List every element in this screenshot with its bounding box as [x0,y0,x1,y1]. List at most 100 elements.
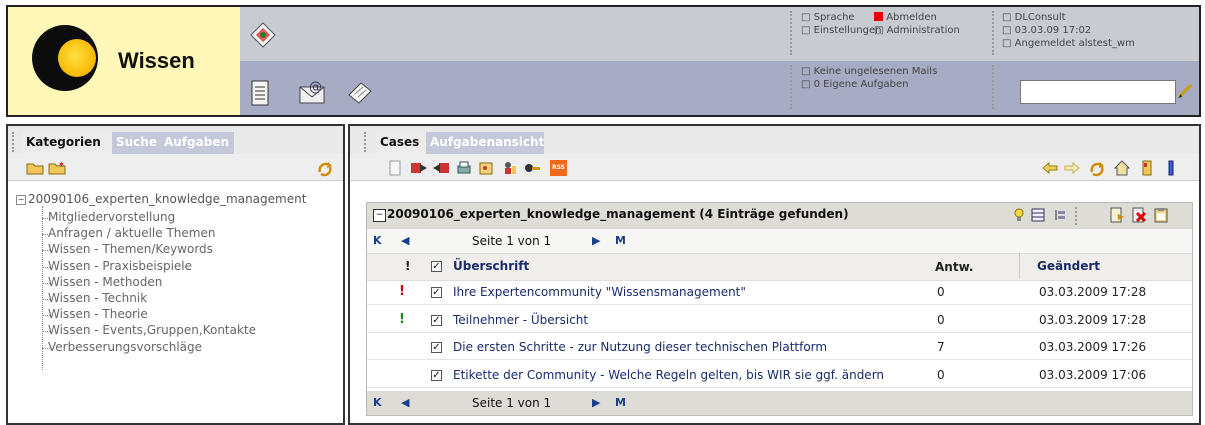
move-out-icon[interactable] [432,161,450,175]
home-icon[interactable] [1114,160,1130,176]
tree-item[interactable]: Wissen - Praxisbeispiele [48,259,192,273]
tree-connector [42,206,43,370]
row-changed: 03.03.2009 17:28 [1039,285,1147,299]
org-name-label: DLConsult [1014,12,1066,23]
delete-document-icon[interactable] [1131,207,1147,223]
tab-cases[interactable]: Cases [376,132,426,154]
tree-item[interactable]: Mitgliedervorstellung [48,210,175,224]
logged-in-label: Angemeldet alstest_wm [1014,38,1135,49]
cases-panel: Cases Aufgabenansicht RSS − 20090106_exp… [348,124,1201,425]
forward-arrow-icon[interactable] [1064,162,1080,174]
tree-item[interactable]: Wissen - Theorie [48,307,148,321]
clipboard-icon[interactable] [1153,207,1169,223]
col-divider [1019,253,1020,279]
priority-marker: ! [399,284,405,299]
toolbar-grip [992,65,998,109]
refresh-icon[interactable] [1088,160,1106,178]
row-changed: 03.03.2009 17:26 [1039,340,1147,354]
row-title-link[interactable]: Teilnehmer - Übersicht [453,313,588,327]
mail-notice-label: Keine ungelesenen Mails [813,66,938,77]
row-answers: 0 [937,285,945,299]
col-priority[interactable]: ! [405,259,410,273]
user-permission-icon[interactable] [502,160,518,176]
tree-view-icon[interactable] [1053,208,1067,222]
document-list-icon[interactable] [250,79,270,107]
tree-item[interactable]: Wissen - Technik [48,291,147,305]
row-checkbox[interactable]: ✓ [431,287,442,298]
notes-icon[interactable] [345,79,375,107]
knowledge-diamond-icon[interactable] [249,21,277,49]
menu-administration[interactable]: □ Administration [874,24,960,37]
tab-aufgabenansicht[interactable]: Aufgabenansicht [426,132,544,154]
info-bar-icon[interactable] [1166,160,1176,176]
menu-einstellungen[interactable]: □ Einstellungen [801,24,881,37]
menu-abmelden-label: Abmelden [886,12,937,23]
export-image-icon[interactable] [478,160,494,176]
category-panel: Kategorien Suche Aufgaben ✶ − 20090106_e… [6,124,345,425]
row-checkbox[interactable]: ✓ [431,342,442,353]
lightbulb-icon[interactable] [1013,207,1025,223]
move-in-icon[interactable] [410,161,428,175]
col-changed[interactable]: Geändert [1037,259,1100,273]
menu-sprache[interactable]: □ Sprache [801,11,855,24]
last-page-icon[interactable]: M [615,396,626,409]
tab-aufgaben[interactable]: Aufgaben [160,132,234,154]
toolbar-grip [790,65,796,109]
back-arrow-icon[interactable] [1042,162,1058,174]
new-folder-icon[interactable]: ✶ [48,160,66,175]
prev-page-icon[interactable]: ◀ [401,234,409,247]
print-icon[interactable] [456,160,472,176]
mail-icon[interactable]: @ [297,77,329,107]
tab-kategorien-label: Kategorien [26,135,101,149]
tree-item[interactable]: Anfragen / aktuelle Themen [48,226,215,240]
bookmark-icon[interactable] [1140,160,1154,176]
priority-marker: ! [399,311,405,327]
col-answers[interactable]: Antw. [935,260,973,274]
menu-abmelden[interactable]: Abmelden [874,11,937,24]
tree-item[interactable]: Wissen - Methoden [48,275,162,289]
open-folder-icon[interactable] [26,161,44,175]
search-pen-icon[interactable] [1176,80,1194,100]
refresh-icon[interactable] [316,160,334,178]
tab-suche[interactable]: Suche [112,132,160,154]
row-changed: 03.03.2009 17:28 [1039,312,1147,327]
row-answers: 0 [937,312,945,327]
toolbar-grip [790,11,796,55]
tree-item[interactable]: Verbesserungsvorschläge [48,340,202,354]
tree-item[interactable]: Wissen - Events,Gruppen,Kontakte [48,323,256,337]
tree-item[interactable]: Wissen - Themen/Keywords [48,242,213,256]
mail-notice[interactable]: □ Keine ungelesenen Mails [801,65,937,78]
tab-suche-label: Suche [116,135,157,149]
search-input[interactable] [1020,80,1176,104]
col-title[interactable]: Überschrift [453,259,529,273]
first-page-icon[interactable]: K [373,396,382,409]
datetime-label: 03.03.09 17:02 [1014,25,1092,36]
next-page-icon[interactable]: ▶ [592,234,600,247]
rss-icon[interactable]: RSS [550,160,567,176]
logo-area[interactable]: Wissen [8,7,241,115]
export-document-icon[interactable] [1109,207,1125,223]
new-document-icon[interactable] [388,160,402,176]
task-notice[interactable]: □ 0 Eigene Aufgaben [801,78,908,91]
prev-page-icon[interactable]: ◀ [401,396,409,409]
select-all-checkbox[interactable]: ✓ [431,261,442,272]
row-title-link[interactable]: Etikette der Community - Welche Regeln g… [453,368,884,382]
panel-grip [364,132,370,152]
task-notice-label: 0 Eigene Aufgaben [813,79,909,90]
row-checkbox[interactable]: ✓ [431,369,442,381]
first-page-icon[interactable]: K [373,234,382,247]
collapse-list-icon[interactable]: − [373,209,386,222]
tab-kategorien[interactable]: Kategorien [22,132,112,154]
table-view-icon[interactable] [1031,208,1045,222]
tab-cases-label: Cases [380,135,420,149]
next-page-icon[interactable]: ▶ [592,396,600,409]
last-page-icon[interactable]: M [615,234,626,247]
key-access-icon[interactable] [524,160,542,176]
datetime: □ 03.03.09 17:02 [1002,25,1092,36]
row-title-link[interactable]: Die ersten Schritte - zur Nutzung dieser… [453,340,827,354]
row-title-link[interactable]: Ihre Expertencommunity "Wissensmanagemen… [453,285,746,299]
tree-root[interactable]: 20090106_experten_knowledge_management [28,192,306,206]
row-checkbox[interactable]: ✓ [431,314,442,326]
tree-collapse-icon[interactable]: − [16,195,26,205]
logout-red-icon [874,12,883,21]
